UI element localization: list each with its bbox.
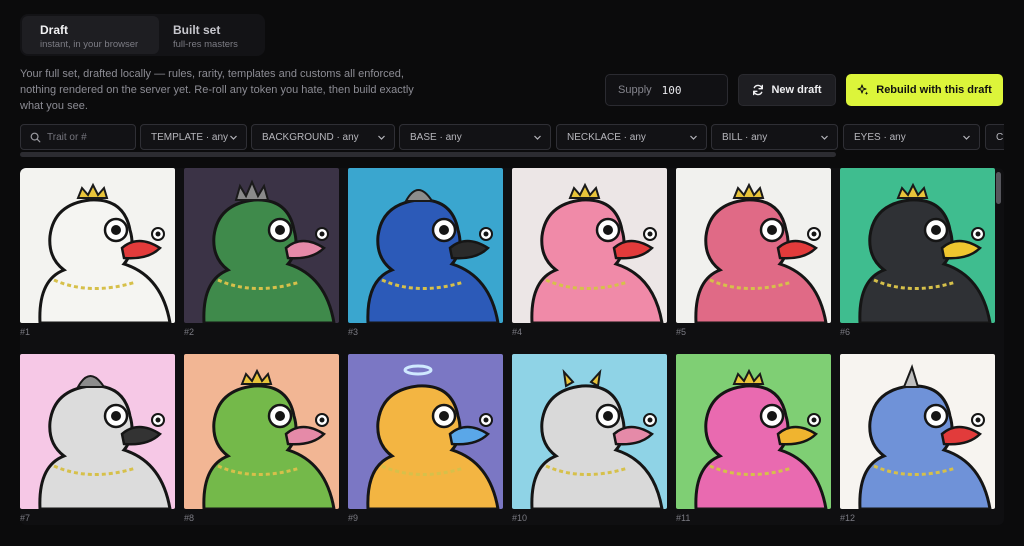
token-card[interactable]: #8 [184,354,339,524]
filter-bar: TEMPLATE · any BACKGROUND · any BASE · a… [20,124,1004,150]
token-image[interactable] [676,354,831,509]
chevron-down-icon [230,135,237,140]
rebuild-label: Rebuild with this draft [876,84,992,96]
new-draft-label: New draft [771,84,822,96]
tab-built-set[interactable]: Built set full-res masters [159,16,263,54]
token-image[interactable] [20,168,175,323]
token-card[interactable]: #5 [676,168,831,338]
token-number: #9 [348,513,359,523]
token-number: #5 [676,327,687,337]
tab-built-set-subtitle: full-res masters [173,39,238,50]
filter-eyes-label: EYES · any [854,131,906,143]
filter-bill[interactable]: BILL · any [711,124,838,150]
filter-bill-label: BILL · any [722,131,768,143]
token-image[interactable] [348,168,503,323]
search-box[interactable] [20,124,136,150]
token-card[interactable]: #3 [348,168,503,338]
token-number: #3 [348,327,359,337]
filter-necklace-label: NECKLACE · any [567,131,646,143]
filter-template-label: TEMPLATE · any [151,131,229,143]
token-image[interactable] [20,354,175,509]
filter-more-label: C [996,131,1004,143]
mode-tabs: Draft instant, in your browser Built set… [20,14,265,56]
token-number: #7 [20,513,31,523]
filter-necklace[interactable]: NECKLACE · any [556,124,707,150]
filter-background-label: BACKGROUND · any [262,131,359,143]
search-icon [30,132,41,142]
token-image[interactable] [512,354,667,509]
token-number: #8 [184,513,195,523]
tab-draft-subtitle: instant, in your browser [40,39,139,50]
token-image[interactable] [840,354,995,509]
token-card[interactable]: #10 [512,354,667,524]
token-card[interactable]: #1 [20,168,175,338]
filter-background[interactable]: BACKGROUND · any [251,124,395,150]
filter-eyes[interactable]: EYES · any [843,124,980,150]
grid-scrollbar[interactable] [996,172,1001,204]
token-number: #1 [20,327,31,337]
search-input[interactable] [47,131,127,143]
token-number: #4 [512,327,523,337]
token-card[interactable]: #9 [348,354,503,524]
filter-scrollbar[interactable] [20,152,836,157]
token-image[interactable] [512,168,667,323]
filter-base[interactable]: BASE · any [399,124,551,150]
token-number: #11 [676,513,691,523]
token-card[interactable]: #4 [512,168,667,338]
supply-value[interactable]: 100 [662,84,682,97]
filter-base-label: BASE · any [410,131,462,143]
token-image[interactable] [184,354,339,509]
token-grid: #1 #2 #3 #4 #5 #6 #7 #8 #9 #10 #11 #12 [20,168,1004,525]
intro-text: Your full set, drafted locally — rules, … [20,68,414,112]
rebuild-button[interactable]: Rebuild with this draft [846,74,1003,106]
tab-draft[interactable]: Draft instant, in your browser [22,16,159,54]
refresh-icon [753,84,764,96]
chevron-down-icon [963,135,970,140]
supply-label: Supply [618,84,652,96]
token-image[interactable] [840,168,995,323]
filter-more[interactable]: C [985,124,1004,150]
token-image[interactable] [676,168,831,323]
chevron-down-icon [690,135,697,140]
token-card[interactable]: #7 [20,354,175,524]
token-image[interactable] [184,168,339,323]
tab-built-set-title: Built set [173,23,221,37]
filter-template[interactable]: TEMPLATE · any [140,124,247,150]
tab-draft-title: Draft [40,23,69,37]
chevron-down-icon [821,135,828,140]
token-image[interactable] [348,354,503,509]
new-draft-button[interactable]: New draft [738,74,836,106]
token-card[interactable]: #11 [676,354,831,524]
token-number: #10 [512,513,528,523]
chevron-down-icon [378,135,385,140]
token-card[interactable]: #6 [840,168,995,338]
token-card[interactable]: #2 [184,168,339,338]
chevron-down-icon [534,135,541,140]
sparkle-icon [857,84,869,96]
token-card[interactable]: #12 [840,354,995,524]
token-number: #12 [840,513,856,523]
token-number: #2 [184,327,195,337]
supply-field[interactable]: Supply 100 [605,74,728,106]
token-number: #6 [840,327,851,337]
